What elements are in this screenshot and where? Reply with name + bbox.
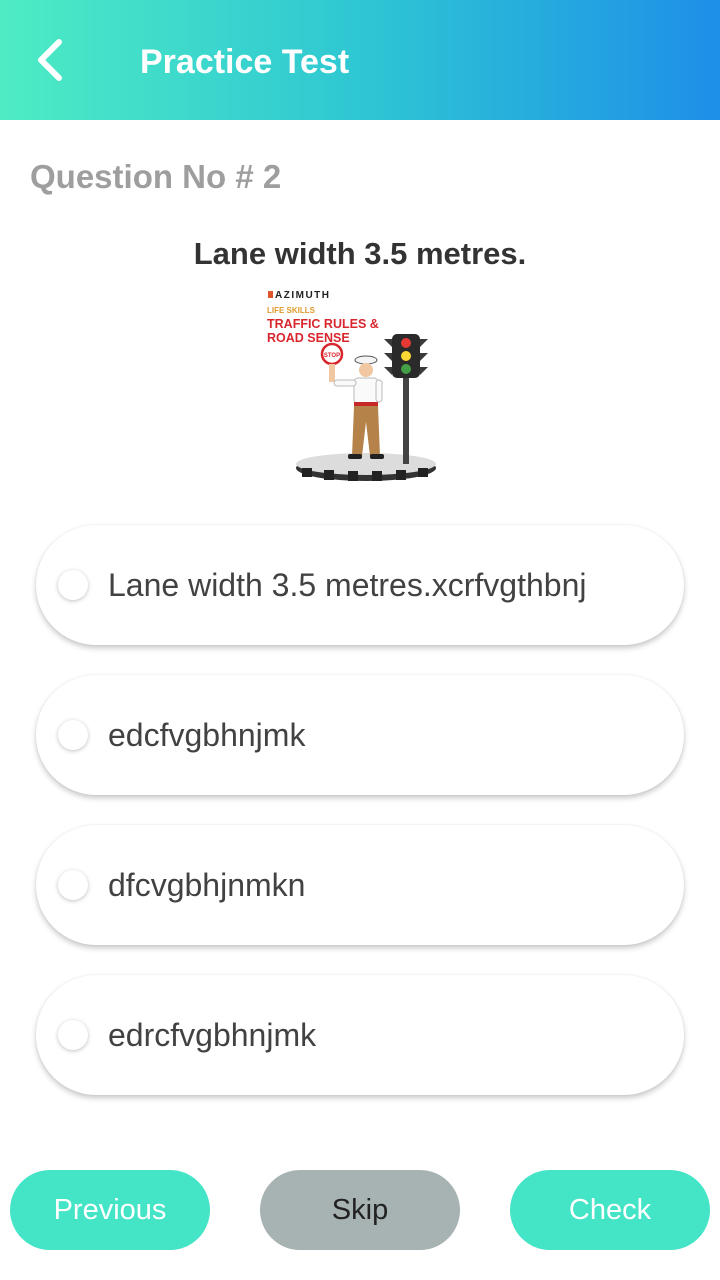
previous-button[interactable]: Previous [10, 1170, 210, 1250]
image-title-line1: TRAFFIC RULES & [267, 317, 379, 331]
image-title-line2: ROAD SENSE [267, 331, 350, 345]
page-title: Practice Test [140, 43, 350, 81]
chevron-left-icon [38, 39, 62, 81]
answer-option-label: dfcvgbhjnmkn [108, 867, 306, 903]
radio-button[interactable] [58, 870, 88, 900]
check-button[interactable]: Check [510, 1170, 710, 1250]
question-text: Lane width 3.5 metres. [193, 236, 527, 271]
radio-button[interactable] [58, 1020, 88, 1050]
back-button[interactable] [26, 30, 74, 90]
radio-button[interactable] [58, 720, 88, 750]
app-header: Practice Test [0, 0, 720, 120]
question-number: Question No # 2 [30, 158, 282, 195]
answer-option-label: edrcfvgbhnjmk [108, 1017, 317, 1053]
brand-logo: AZIMUTH [275, 290, 331, 301]
answer-option[interactable]: edrcfvgbhnjmk [36, 975, 684, 1095]
skip-button[interactable]: Skip [260, 1170, 460, 1250]
answer-option[interactable]: dfcvgbhjnmkn [36, 825, 684, 945]
answer-option-label: edcfvgbhnjmk [108, 717, 306, 753]
stop-sign-text: STOP [324, 353, 340, 359]
question-illustration: AZIMUTH LIFE SKILLS TRAFFIC RULES & ROAD… [262, 284, 442, 486]
answer-option[interactable]: edcfvgbhnjmk [36, 675, 684, 795]
image-subtitle: LIFE SKILLS [267, 306, 316, 315]
radio-button[interactable] [58, 570, 88, 600]
answer-option-label: Lane width 3.5 metres.xcrfvgthbnj [108, 567, 587, 603]
answer-option[interactable]: Lane width 3.5 metres.xcrfvgthbnj [36, 525, 684, 645]
